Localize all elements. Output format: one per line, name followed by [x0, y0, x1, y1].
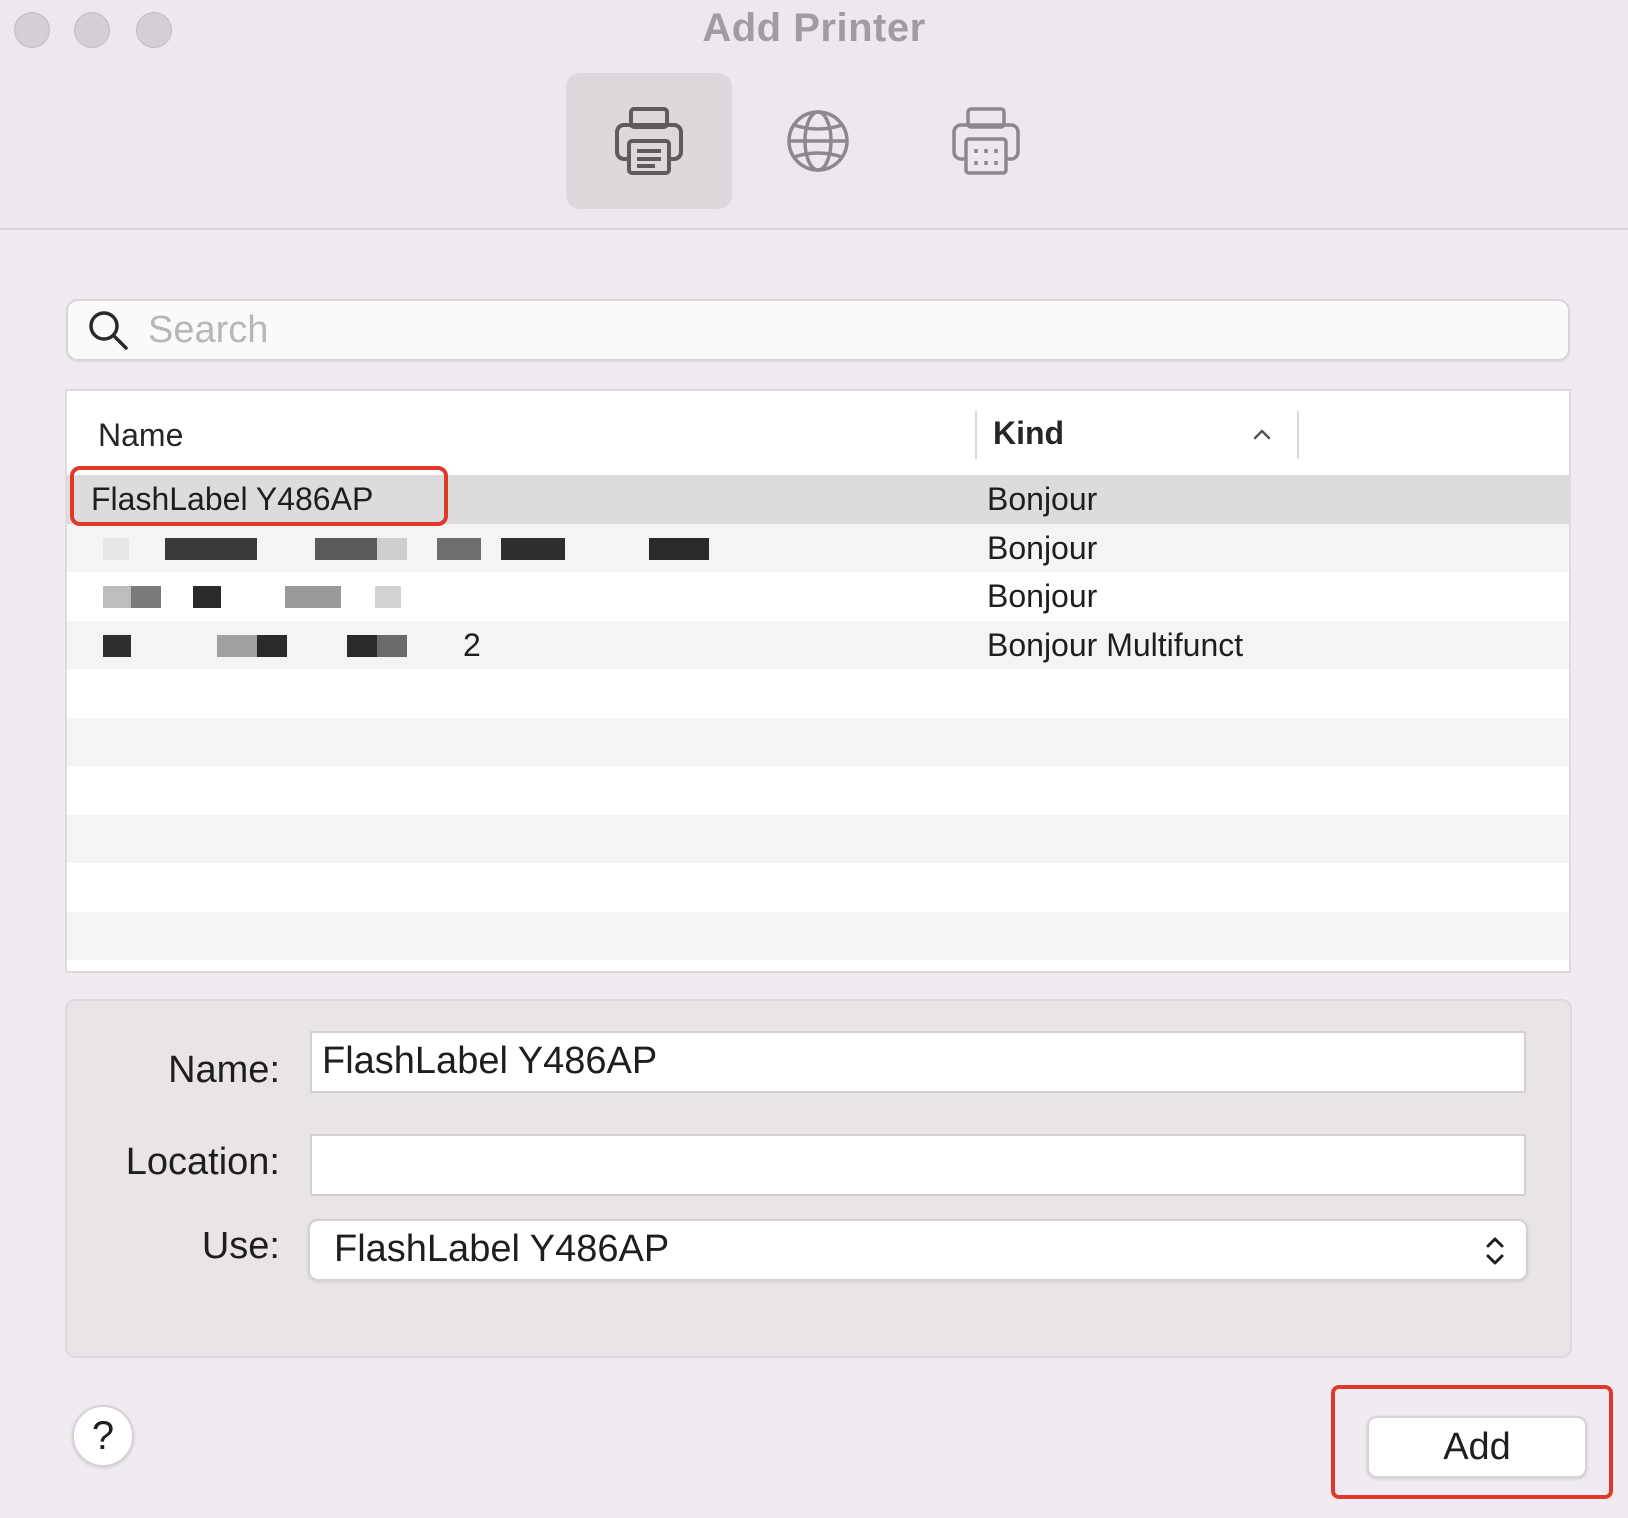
table-body: FlashLabel Y486AP Bonjour Bonjour Bonjou…: [67, 475, 1569, 960]
redacted-text: [103, 586, 131, 608]
table-row[interactable]: Bonjour: [67, 572, 1569, 621]
globe-icon: [787, 110, 849, 172]
table-row[interactable]: 2 Bonjour Multifunct: [67, 620, 1569, 669]
ip-printers-tab[interactable]: [735, 73, 901, 209]
printer-kind-cell: Bonjour: [987, 529, 1098, 566]
table-row: [67, 911, 1569, 960]
redacted-text: [377, 634, 407, 657]
windows-printers-tab[interactable]: [903, 73, 1069, 209]
add-button-highlight: [1331, 1385, 1613, 1499]
redacted-text: [501, 537, 565, 560]
sort-ascending-icon[interactable]: [1247, 419, 1277, 449]
column-header-name[interactable]: Name: [98, 417, 183, 454]
redacted-text: [285, 586, 341, 608]
table-row: [67, 814, 1569, 863]
printer-details-panel: Name: FlashLabel Y486AP Location: Use: F…: [65, 999, 1572, 1358]
table-row: [67, 669, 1569, 718]
redacted-text: [257, 634, 287, 657]
column-header-kind[interactable]: Kind: [993, 415, 1064, 452]
printer-kind-cell: Bonjour: [987, 578, 1098, 614]
use-label: Use:: [201, 1225, 280, 1267]
use-driver-value: FlashLabel Y486AP: [334, 1228, 670, 1270]
table-row: [67, 766, 1569, 815]
printer-kind-cell: Bonjour Multifunct: [987, 626, 1244, 663]
redacted-text: [347, 634, 377, 657]
default-printers-tab[interactable]: [566, 73, 732, 209]
window-toolbar: Add Printer: [0, 0, 1628, 230]
table-row: [67, 863, 1569, 912]
window-title: Add Printer: [702, 6, 926, 50]
location-label: Location:: [125, 1141, 280, 1183]
redacted-text: [193, 586, 221, 608]
redacted-text: [375, 586, 401, 608]
search-field[interactable]: [66, 299, 1570, 361]
table-row[interactable]: Bonjour: [67, 523, 1569, 572]
redacted-text: [103, 634, 131, 657]
redacted-text: [377, 537, 407, 560]
printer-name-cell: 2: [463, 626, 481, 663]
column-divider: [1297, 411, 1299, 459]
search-input[interactable]: [148, 308, 1568, 352]
redacted-text: [103, 537, 129, 560]
search-icon: [89, 311, 128, 350]
selected-printer-highlight: [70, 466, 448, 526]
redacted-text: [649, 537, 709, 560]
printer-icon: [615, 107, 683, 175]
name-label: Name:: [168, 1049, 280, 1091]
redacted-text: [217, 634, 257, 657]
redacted-text: [315, 537, 377, 560]
redacted-text: [165, 537, 257, 560]
redacted-text: [437, 537, 481, 560]
location-field[interactable]: [310, 1134, 1526, 1196]
use-driver-select[interactable]: FlashLabel Y486AP: [308, 1219, 1528, 1281]
name-field[interactable]: FlashLabel Y486AP: [310, 1031, 1526, 1093]
printer-kind-cell: Bonjour: [987, 481, 1098, 517]
chevron-up-down-icon: [1486, 1237, 1504, 1265]
column-divider: [975, 411, 977, 459]
help-button[interactable]: ?: [72, 1405, 134, 1467]
fax-printer-icon: [952, 107, 1020, 175]
table-row: [67, 717, 1569, 766]
table-header: Name Kind: [67, 391, 1569, 475]
redacted-text: [131, 586, 161, 608]
